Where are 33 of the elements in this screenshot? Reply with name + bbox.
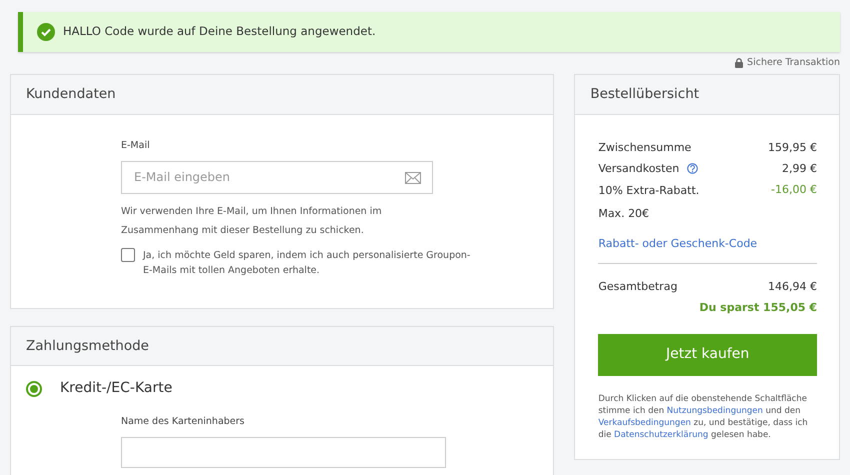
secure-note: Sichere Transaktion bbox=[747, 56, 840, 70]
checkbox-label: Ja, ich möchte Geld sparen, indem ich auch personalisierte Groupon-E-Mails mit tollen Angeboten erhalte. bbox=[143, 248, 472, 278]
total-value: 146,94 € bbox=[768, 278, 817, 294]
summary-value: 159,95 € bbox=[768, 140, 817, 156]
card-header: Bestellübersicht bbox=[575, 75, 839, 114]
terms-link[interactable]: Nutzungsbedingungen bbox=[666, 406, 763, 416]
summary-label: 10% Extra-Rabatt. Max. 20€ bbox=[598, 182, 700, 222]
email-field[interactable]: E-Mail eingeben bbox=[121, 160, 433, 194]
savings-text: Du sparst 155,05 € bbox=[699, 300, 817, 316]
name-field[interactable] bbox=[121, 437, 446, 468]
lock-icon bbox=[735, 58, 744, 68]
checkbox[interactable] bbox=[121, 248, 135, 262]
terms-link[interactable]: Datenschutzerklärung bbox=[614, 430, 708, 440]
summary-label: Versandkosten bbox=[598, 160, 680, 176]
payment-method-label[interactable]: Kredit-/EC-Karte bbox=[60, 378, 172, 399]
field-label: Name des Karteninhabers bbox=[121, 415, 246, 429]
check-icon bbox=[37, 23, 55, 41]
total-label: Gesamtbetrag bbox=[598, 278, 678, 294]
summary-value: -16,00 € bbox=[771, 182, 817, 198]
terms-link[interactable]: Verkaufsbedingungen bbox=[598, 418, 691, 428]
buy-button[interactable]: Jetzt kaufen bbox=[598, 334, 817, 376]
alert-message: HALLO Code wurde auf Deine Bestellung angewendet. bbox=[63, 23, 376, 40]
card-header: Kundendaten bbox=[11, 75, 554, 114]
radio-button[interactable] bbox=[26, 380, 42, 396]
envelope-icon bbox=[405, 172, 421, 184]
help-icon bbox=[687, 162, 698, 174]
legal-text: Durch Klicken auf die obenstehende Schaltfläche stimme ich den Nutzungsbedingungen und den Verkaufsbedingungen zu, und bestätige, dass ich die Datenschutzerklärung gelesen habe. bbox=[598, 392, 809, 440]
summary-label: Zwischensumme bbox=[598, 140, 692, 156]
summary-value: 2,99 € bbox=[782, 160, 817, 176]
field-label: E-Mail bbox=[121, 138, 151, 152]
card-header: Zahlungsmethode bbox=[11, 326, 554, 366]
discount-code-link[interactable]: Rabatt- oder Geschenk-Code bbox=[598, 232, 758, 254]
email-hint: Wir verwenden Ihre E-Mail, um Ihnen Informationen im Zusammenhang mit dieser Bestellung zu schicken. bbox=[121, 204, 383, 238]
